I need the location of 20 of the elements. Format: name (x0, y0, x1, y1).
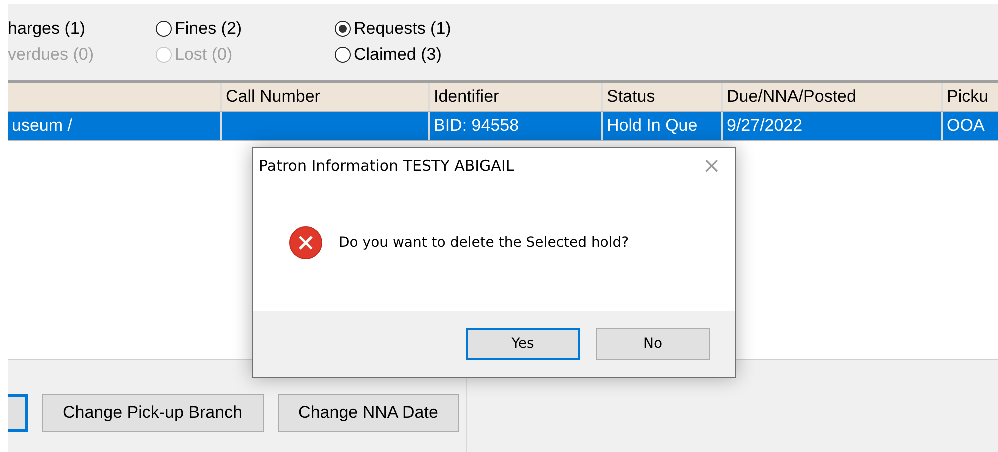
dialog-button[interactable]: Yes (466, 328, 580, 360)
action-button[interactable]: Change Pick-up Branch (42, 394, 264, 432)
table-cell: 9/27/2022 (723, 112, 943, 140)
radio-label[interactable]: harges (1) (8, 19, 86, 39)
dialog-button[interactable]: No (596, 328, 710, 360)
radio-button[interactable] (335, 21, 351, 37)
table-row[interactable]: useum / BID: 94558 Hold In Que 9/27/2022 OOA (8, 112, 998, 141)
radio-label[interactable]: Claimed (3) (354, 45, 442, 65)
radio-label[interactable]: Fines (2) (175, 19, 242, 39)
radio-label[interactable]: Requests (1) (354, 19, 452, 39)
action-button[interactable]: Change NNA Date (278, 394, 460, 432)
radio-button[interactable] (335, 47, 351, 63)
table-cell: OOA (943, 112, 998, 140)
table-cell: Hold In Que (603, 112, 723, 140)
table-cell: BID: 94558 (430, 112, 603, 140)
radio-button[interactable] (156, 21, 172, 37)
dialog-message: Do you want to delete the Selected hold? (339, 234, 630, 250)
error-icon (289, 226, 323, 260)
table-cell: useum / (8, 112, 222, 140)
dialog-title: Patron Information TESTY ABIGAIL (259, 157, 514, 175)
